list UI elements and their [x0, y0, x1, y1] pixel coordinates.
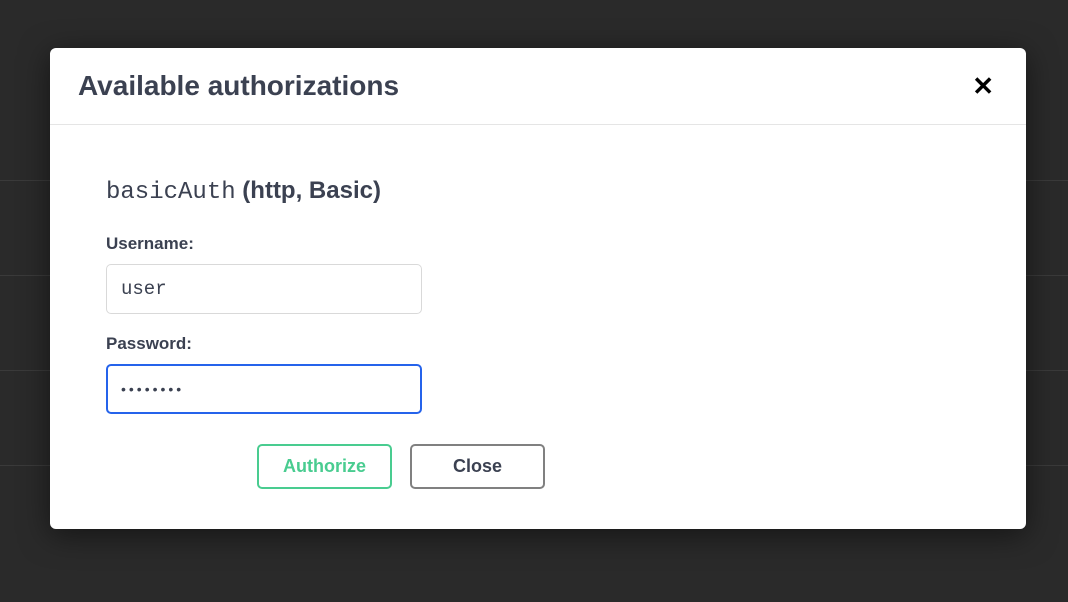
authorize-button[interactable]: Authorize: [257, 444, 392, 489]
close-button[interactable]: Close: [410, 444, 545, 489]
password-group: Password:: [106, 334, 970, 414]
username-group: Username:: [106, 234, 970, 314]
auth-scheme-name: basicAuth: [106, 179, 236, 206]
modal-title: Available authorizations: [78, 70, 399, 102]
password-label: Password:: [106, 334, 970, 354]
username-input[interactable]: [106, 264, 422, 314]
modal-header: Available authorizations ✕: [50, 48, 1026, 125]
authorization-modal: Available authorizations ✕ basicAuth (ht…: [50, 48, 1026, 529]
modal-body: basicAuth (http, Basic) Username: Passwo…: [50, 125, 1026, 529]
auth-scheme-heading: basicAuth (http, Basic): [106, 177, 970, 206]
close-icon[interactable]: ✕: [968, 71, 998, 101]
username-label: Username:: [106, 234, 970, 254]
button-row: Authorize Close: [106, 444, 696, 489]
auth-scheme-type: (http, Basic): [242, 177, 381, 204]
password-input[interactable]: [106, 364, 422, 414]
